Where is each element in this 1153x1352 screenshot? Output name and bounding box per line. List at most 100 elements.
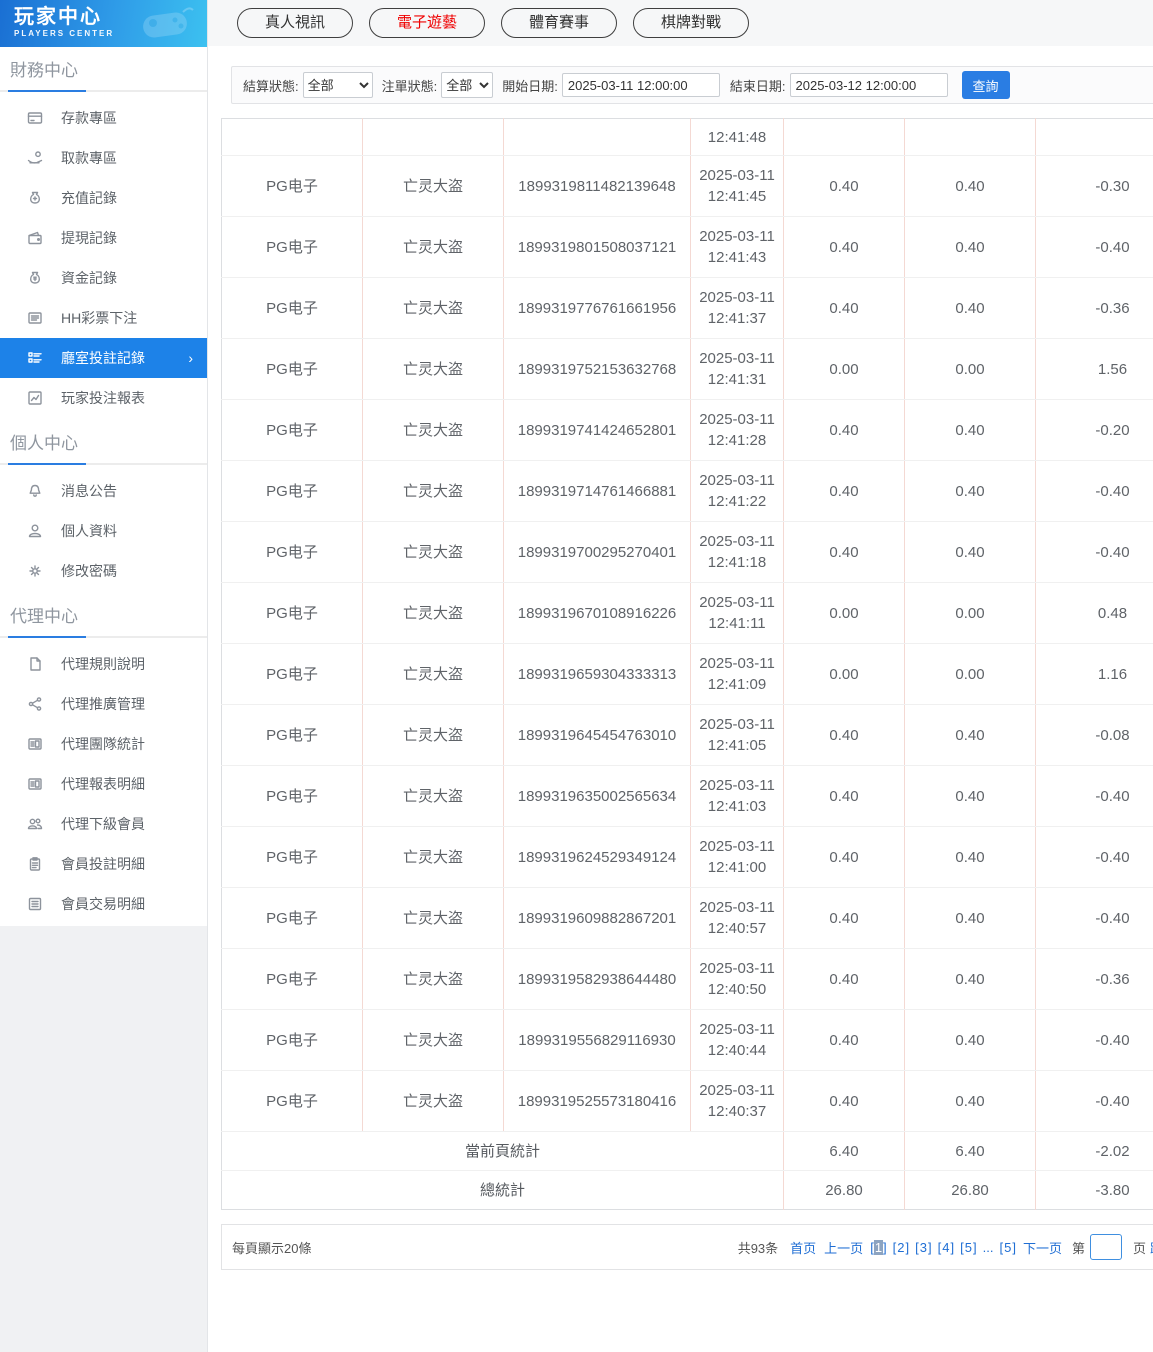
page-link-1[interactable]: [1] <box>870 1239 887 1255</box>
doc-list-icon-wrap <box>27 310 43 326</box>
section-divider <box>0 463 207 465</box>
doc-icon <box>30 657 41 671</box>
user-icon <box>28 524 42 538</box>
cell-game: 亡灵大盗 <box>362 1070 504 1132</box>
cell-valid-amount: 0.00 <box>904 643 1036 705</box>
pagination-bar: 每頁顯示20條 共93条 首页 上一页 [1] [2] [3] [4] [5]... [5… <box>221 1224 1153 1270</box>
cell-valid-amount: 0.40 <box>904 277 1036 339</box>
cell-game: 亡灵大盗 <box>362 643 504 705</box>
sidebar-item-會員交易明細[interactable]: 會員交易明細 <box>0 884 207 924</box>
sidebar-item-label: 廳室投註記錄 <box>61 350 145 366</box>
sidebar-item-代理推廣管理[interactable]: 代理推廣管理 <box>0 684 207 724</box>
pagination-controls: 共93条 首页 上一页 [1] [2] [3] [4] [5]... [5] 下一页 第 … <box>738 1234 1153 1260</box>
cell-datetime: 2025-03-11 12:41:03 <box>690 765 784 827</box>
coin-bag-icon-wrap <box>27 270 43 286</box>
cell-order-id: 1899319700295270401 <box>503 521 691 583</box>
page-link-5[interactable]: [5] <box>999 1240 1015 1255</box>
bet-records-table-wrap: 12:41:48 PG电子 亡灵大盗 1899319811482139648 2025-… <box>221 118 1153 1210</box>
sidebar-item-玩家投注報表[interactable]: 玩家投注報表 <box>0 378 207 418</box>
report-chart-icon-wrap <box>27 390 43 406</box>
sidebar-item-消息公告[interactable]: 消息公告 <box>0 471 207 511</box>
cell-hall: PG电子 <box>221 1070 363 1132</box>
clipboard-icon-wrap <box>27 856 43 872</box>
jump-prefix-text: 第 <box>1071 1240 1085 1256</box>
sidebar-item-label: 代理下級會員 <box>61 816 145 832</box>
sidebar-item-代理下級會員[interactable]: 代理下級會員 <box>0 804 207 844</box>
summary-row: 當前頁統計 6.40 6.40 -2.02 <box>221 1131 1153 1171</box>
tab-棋牌對戰[interactable]: 棋牌對戰 <box>633 8 750 38</box>
sidebar-item-代理規則說明[interactable]: 代理規則說明 <box>0 644 207 684</box>
sidebar-item-代理報表明細[interactable]: 代理報表明細 <box>0 764 207 804</box>
sidebar-item-提現記錄[interactable]: 提現記錄 <box>0 218 207 258</box>
tab-體育賽事[interactable]: 體育賽事 <box>501 8 618 38</box>
cell-datetime: 2025-03-11 12:41:09 <box>690 643 784 705</box>
next-page-link[interactable]: 下一页 <box>1023 1238 1062 1257</box>
summary-value: -2.02 <box>1035 1131 1153 1171</box>
end-date-label: 結束日期: <box>729 78 786 94</box>
sidebar-item-HH彩票下注[interactable]: HH彩票下注 <box>0 298 207 338</box>
settle-status-select[interactable]: 全部 <box>302 72 373 98</box>
sidebar-item-個人資料[interactable]: 個人資料 <box>0 511 207 551</box>
cell-hall: PG电子 <box>221 277 363 339</box>
table-row: PG电子 亡灵大盗 1899319801508037121 2025-03-11 12:… <box>221 216 1153 278</box>
cell-hall: PG电子 <box>221 765 363 827</box>
cell-bet-amount: 0.00 <box>783 643 905 705</box>
cell-valid-amount: 0.40 <box>904 155 1036 217</box>
page-link-4[interactable]: [4] <box>938 1240 954 1255</box>
cell-bet-amount: 0.40 <box>783 704 905 766</box>
sidebar-item-會員投註明細[interactable]: 會員投註明細 <box>0 844 207 884</box>
sidebar-item-取款專區[interactable]: 取款專區 <box>0 138 207 178</box>
cell-hall: PG电子 <box>221 338 363 400</box>
table-row: PG电子 亡灵大盗 1899319714761466881 2025-03-11 12:… <box>221 460 1153 522</box>
sidebar-item-存款專區[interactable]: 存款專區 <box>0 98 207 138</box>
sidebar-item-廳室投註記錄[interactable]: 廳室投註記錄 › <box>0 338 207 378</box>
cell-valid-amount: 0.00 <box>904 338 1036 400</box>
settle-status-label: 結算狀態: <box>243 78 299 94</box>
summary-value: 26.80 <box>783 1170 905 1210</box>
summary-value: 6.40 <box>904 1131 1036 1171</box>
cell-bet-amount: 0.40 <box>783 460 905 522</box>
page-link-2[interactable]: [2] <box>893 1240 909 1255</box>
cell-empty <box>503 118 691 156</box>
cell-win-loss: -0.40 <box>1035 887 1153 949</box>
room-list-icon-wrap <box>27 350 43 366</box>
table-row: PG电子 亡灵大盗 1899319811482139648 2025-03-11 12:… <box>221 155 1153 217</box>
tab-真人視訊[interactable]: 真人視訊 <box>237 8 354 38</box>
sidebar-item-充值記錄[interactable]: 充值記錄 <box>0 178 207 218</box>
cell-win-loss: -0.40 <box>1035 826 1153 888</box>
cell-game: 亡灵大盗 <box>362 582 504 644</box>
sidebar-item-label: 代理報表明細 <box>61 776 145 792</box>
sidebar-item-label: 代理推廣管理 <box>61 696 145 712</box>
table-row: PG电子 亡灵大盗 1899319556829116930 2025-03-11 12:… <box>221 1009 1153 1071</box>
table-row: PG电子 亡灵大盗 1899319609882867201 2025-03-11 12:… <box>221 887 1153 949</box>
jump-page-input[interactable] <box>1089 1234 1122 1260</box>
end-date-input[interactable] <box>789 73 948 97</box>
summary-label: 當前頁統計 <box>221 1131 784 1171</box>
sidebar-item-資金記錄[interactable]: 資金記錄 <box>0 258 207 298</box>
cell-order-id: 1899319752153632768 <box>503 338 691 400</box>
start-date-input[interactable] <box>561 73 720 97</box>
sidebar-item-label: 資金記錄 <box>61 270 117 286</box>
sidebar-item-修改密碼[interactable]: 修改密碼 <box>0 551 207 591</box>
coin-bag-icon <box>29 271 41 284</box>
money-bag-icon <box>29 191 41 204</box>
order-status-select[interactable]: 全部 <box>441 72 494 98</box>
cell-valid-amount: 0.40 <box>904 399 1036 461</box>
tab-電子遊藝[interactable]: 電子遊藝 <box>369 8 486 38</box>
sidebar-item-label: 消息公告 <box>61 483 117 499</box>
page-link-3[interactable]: [3] <box>915 1240 931 1255</box>
cell-time: 12:41:48 <box>690 118 784 156</box>
cell-game: 亡灵大盗 <box>362 521 504 583</box>
summary-value: -3.80 <box>1095 1181 1130 1199</box>
sidebar: 玩家中心 PLAYERS CENTER 財務中心 存款專區 取款專區 充值記錄 提現記錄… <box>0 0 208 1352</box>
section-items: 存款專區 取款專區 充值記錄 提現記錄資金記錄 HH彩票下注廳室投註記錄 › 玩家投注報表 <box>0 92 207 420</box>
clipboard-icon <box>29 857 41 871</box>
wallet-icon-wrap <box>27 230 43 246</box>
first-page-link[interactable]: 首页 <box>790 1238 816 1257</box>
cell-datetime: 2025-03-11 12:41:00 <box>690 826 784 888</box>
page-link-5[interactable]: [5] <box>960 1240 976 1255</box>
sidebar-item-代理團隊統計[interactable]: 代理團隊統計 <box>0 724 207 764</box>
prev-page-link[interactable]: 上一页 <box>824 1238 863 1257</box>
chevron-right-icon: › <box>188 350 193 366</box>
search-button[interactable]: 查詢 <box>961 71 1010 99</box>
